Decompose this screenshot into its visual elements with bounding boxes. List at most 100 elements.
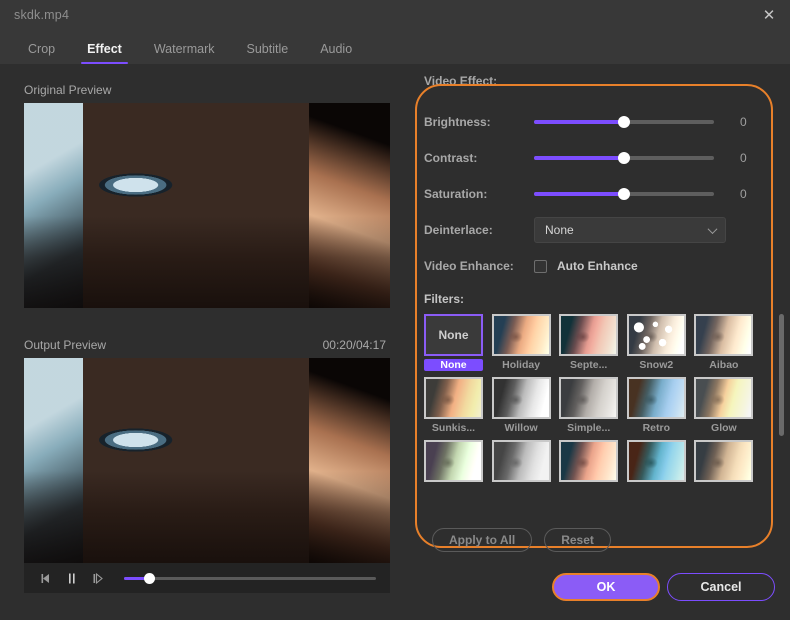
effect-controls: Brightness: 0 Contrast: 0 Saturation: 0 …: [424, 104, 774, 284]
tab-watermark[interactable]: Watermark: [138, 42, 231, 64]
video-enhance-row: Video Enhance: Auto Enhance: [424, 248, 774, 284]
window-file-title: skdk.mp4: [14, 8, 70, 22]
filter-item-row3-2[interactable]: [491, 440, 560, 482]
filter-item-none[interactable]: None None: [424, 314, 492, 371]
auto-enhance-checkbox-wrap[interactable]: Auto Enhance: [534, 259, 638, 273]
reset-button[interactable]: Reset: [544, 528, 611, 552]
filter-item-row3-1[interactable]: [424, 440, 492, 482]
filter-label-simple: Simple...: [567, 422, 611, 434]
brightness-row: Brightness: 0: [424, 104, 774, 140]
deinterlace-selected-value: None: [545, 223, 574, 237]
title-bar: skdk.mp4 ✕: [0, 0, 790, 30]
saturation-slider[interactable]: [534, 184, 714, 204]
filters-scrollbar[interactable]: [779, 314, 784, 519]
brightness-slider[interactable]: [534, 112, 714, 132]
brightness-fill: [534, 120, 624, 124]
filter-item-snow2[interactable]: Snow2: [626, 314, 695, 371]
saturation-value: 0: [740, 187, 747, 201]
filter-thumb-holiday[interactable]: [491, 314, 551, 356]
filter-label-holiday: Holiday: [502, 359, 541, 371]
filter-thumb-row3-5[interactable]: [694, 440, 754, 482]
filters-grid: None None Holiday Septe... Snow2 Aibao S…: [424, 314, 762, 488]
tab-crop[interactable]: Crop: [12, 42, 71, 64]
ok-button[interactable]: OK: [552, 573, 660, 601]
filter-label-september: Septe...: [570, 359, 608, 371]
panel-action-buttons: Apply to All Reset: [432, 528, 611, 552]
apply-to-all-button[interactable]: Apply to All: [432, 528, 533, 552]
filter-item-willow[interactable]: Willow: [491, 377, 560, 434]
effect-dialog: skdk.mp4 ✕ Crop Effect Watermark Subtitl…: [0, 0, 790, 620]
filter-thumb-image: [561, 316, 617, 354]
contrast-fill: [534, 156, 624, 160]
chevron-down-icon: [707, 224, 718, 235]
saturation-thumb[interactable]: [618, 188, 630, 200]
filter-item-row3-5[interactable]: [694, 440, 762, 482]
dialog-content: Original Preview Output Preview 00:20/04…: [0, 64, 790, 620]
filter-item-aibao[interactable]: Aibao: [694, 314, 762, 371]
contrast-slider[interactable]: [534, 148, 714, 168]
video-enhance-label: Video Enhance:: [424, 259, 514, 273]
original-preview-video[interactable]: [24, 103, 390, 308]
dialog-footer: OK Cancel: [0, 564, 790, 620]
filters-label: Filters:: [424, 292, 465, 306]
filter-label-none: None: [424, 359, 483, 371]
deinterlace-row: Deinterlace: None: [424, 212, 774, 248]
filter-thumb-row3-2[interactable]: [491, 440, 551, 482]
tab-audio[interactable]: Audio: [304, 42, 368, 64]
filter-thumb-image: [493, 316, 549, 354]
tab-subtitle[interactable]: Subtitle: [230, 42, 304, 64]
preview-timestamp: 00:20/04:17: [322, 338, 386, 352]
output-preview-video[interactable]: [24, 358, 390, 563]
filter-thumb-image: [426, 442, 481, 480]
filter-thumb-row3-3[interactable]: [559, 440, 619, 482]
filter-item-september[interactable]: Septe...: [559, 314, 627, 371]
tab-effect[interactable]: Effect: [71, 42, 138, 64]
filter-thumb-simple[interactable]: [559, 377, 619, 419]
filter-thumb-willow[interactable]: [491, 377, 551, 419]
output-frame-image: [24, 358, 390, 563]
output-preview-label: Output Preview: [24, 338, 107, 352]
filter-thumb-sunkissed[interactable]: [424, 377, 483, 419]
brightness-thumb[interactable]: [618, 116, 630, 128]
filter-label-snow2: Snow2: [639, 359, 674, 371]
filter-thumb-row3-1[interactable]: [424, 440, 483, 482]
filter-item-retro[interactable]: Retro: [626, 377, 695, 434]
filter-item-holiday[interactable]: Holiday: [491, 314, 560, 371]
filter-item-simple[interactable]: Simple...: [559, 377, 627, 434]
filter-thumb-image: [628, 379, 684, 417]
filter-thumb-none[interactable]: None: [424, 314, 483, 356]
original-frame-image: [24, 103, 390, 308]
filter-thumb-image: [493, 379, 549, 417]
filter-label-glow: Glow: [711, 422, 737, 434]
auto-enhance-label: Auto Enhance: [557, 259, 638, 273]
auto-enhance-checkbox[interactable]: [534, 259, 547, 273]
filter-thumb-image: [696, 442, 752, 480]
saturation-fill: [534, 192, 624, 196]
filter-item-row3-3[interactable]: [559, 440, 627, 482]
filter-thumb-image: [426, 379, 481, 417]
filter-thumb-aibao[interactable]: [694, 314, 754, 356]
filter-thumb-retro[interactable]: [626, 377, 686, 419]
filter-thumb-image: [493, 442, 549, 480]
filter-item-sunkissed[interactable]: Sunkis...: [424, 377, 492, 434]
brightness-value: 0: [740, 115, 747, 129]
filters-scrollbar-thumb[interactable]: [779, 314, 784, 436]
contrast-label: Contrast:: [424, 151, 478, 165]
deinterlace-select[interactable]: None: [534, 217, 726, 243]
effect-panel: Video Effect: Brightness: 0 Contrast: 0 …: [410, 64, 790, 620]
close-icon[interactable]: ✕: [748, 0, 790, 30]
cancel-button[interactable]: Cancel: [667, 573, 775, 601]
filter-label-sunkissed: Sunkis...: [431, 422, 476, 434]
filter-thumb-september[interactable]: [559, 314, 619, 356]
filter-item-glow[interactable]: Glow: [694, 377, 762, 434]
filter-thumb-glow[interactable]: [694, 377, 754, 419]
filter-label-willow: Willow: [504, 422, 538, 434]
filter-thumb-snow2[interactable]: [626, 314, 686, 356]
deinterlace-label: Deinterlace:: [424, 223, 493, 237]
filter-thumb-image: [628, 316, 684, 354]
saturation-label: Saturation:: [424, 187, 488, 201]
filter-thumb-row3-4[interactable]: [626, 440, 686, 482]
contrast-thumb[interactable]: [618, 152, 630, 164]
contrast-row: Contrast: 0: [424, 140, 774, 176]
filter-item-row3-4[interactable]: [626, 440, 695, 482]
